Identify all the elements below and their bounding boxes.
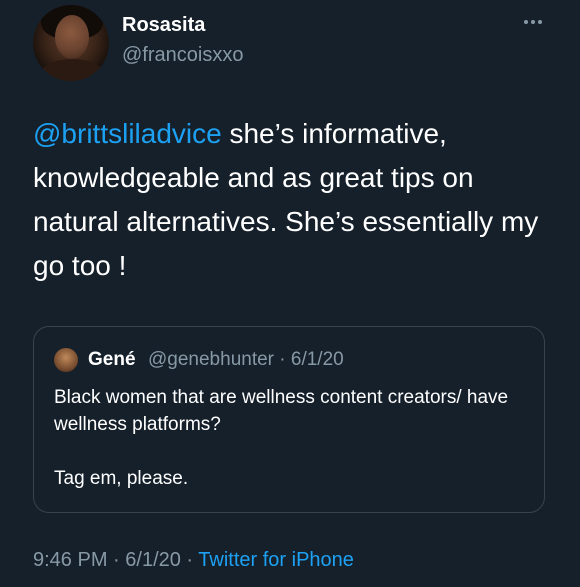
quoted-author-handle: @genebhunter [148,349,274,370]
avatar-face [55,15,89,59]
quoted-date: 6/1/20 [290,349,344,370]
more-dot [531,20,535,24]
author-avatar[interactable] [33,5,109,81]
more-options-icon[interactable] [521,15,545,29]
author-handle[interactable]: @francoisxxo [122,44,243,67]
more-dot [538,20,542,24]
avatar-shoulder [37,59,107,81]
mention-link[interactable]: @brittsliladvice [33,118,222,149]
author-name[interactable]: Rosasita [122,14,205,37]
quoted-paragraph: Black women that are wellness content cr… [54,387,509,435]
footer-separator: · [107,549,126,571]
tweet-text: @brittsliladvice she’s informative, know… [33,112,553,288]
footer-separator: · [180,549,199,571]
tweet-footer: 9:46 PM · 6/1/20 · Twitter for iPhone [33,549,354,572]
quoted-author-name: Gené [88,349,136,370]
more-dot [524,20,528,24]
quoted-author-avatar [54,348,78,372]
quoted-meta: @genebhunter · 6/1/20 [148,349,344,371]
tweet-source-link[interactable]: Twitter for iPhone [198,549,354,571]
quoted-paragraph: Tag em, please. [54,468,189,489]
quoted-separator: · [274,349,291,370]
tweet-time[interactable]: 9:46 PM [33,549,107,571]
quoted-tweet-card[interactable]: Gené @genebhunter · 6/1/20 Black women t… [33,326,545,513]
tweet-date[interactable]: 6/1/20 [125,549,181,571]
quoted-tweet-text: Black women that are wellness content cr… [54,384,524,492]
